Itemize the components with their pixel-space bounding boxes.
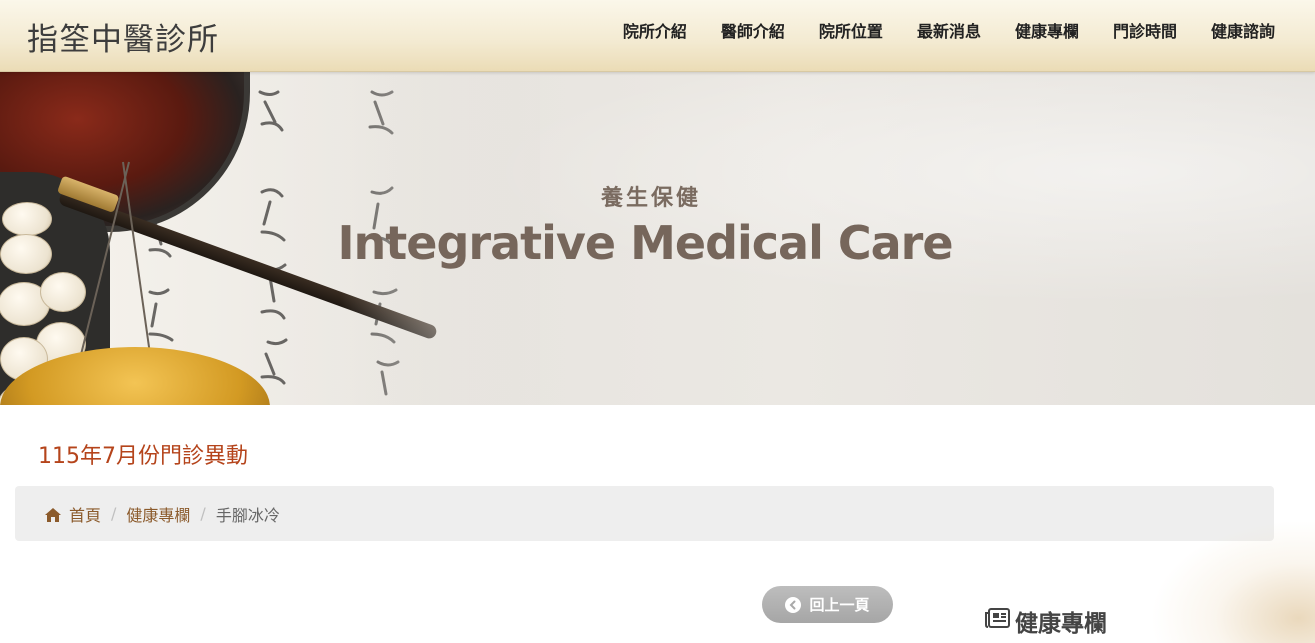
breadcrumb-home[interactable]: 首頁 [69, 502, 101, 526]
breadcrumb: 首頁 / 健康專欄 / 手腳冰冷 [15, 486, 1274, 541]
page-title: 115年7月份門診異動 [38, 444, 248, 469]
back-button[interactable]: 回上一頁 [762, 586, 893, 623]
nav-item-health-column[interactable]: 健康專欄 [1015, 22, 1079, 42]
nav-item-consultation[interactable]: 健康諮詢 [1211, 22, 1275, 42]
chevron-left-circle-icon [785, 596, 802, 613]
nav-item-about[interactable]: 院所介紹 [623, 22, 687, 42]
breadcrumb-section[interactable]: 健康專欄 [126, 502, 190, 526]
hero-subtitle: 養生保健 [600, 186, 701, 211]
decorative-corner [1150, 520, 1315, 643]
sidebar-heading: 健康專欄 [985, 604, 1107, 638]
newspaper-icon [985, 607, 1011, 635]
hero-banner: 養生保健 Integrative Medical Care [0, 72, 1315, 405]
site-header: 指筌中醫診所 院所介紹 醫師介紹 院所位置 最新消息 健康專欄 門診時間 健康諮… [0, 0, 1315, 72]
site-logo[interactable]: 指筌中醫診所 [27, 14, 219, 59]
breadcrumb-separator: / [111, 504, 117, 523]
nav-item-hours[interactable]: 門診時間 [1113, 22, 1177, 42]
breadcrumb-separator: / [200, 504, 206, 523]
main-nav: 院所介紹 醫師介紹 院所位置 最新消息 健康專欄 門診時間 健康諮詢 [589, 22, 1275, 42]
breadcrumb-current: 手腳冰冷 [215, 505, 280, 525]
home-icon[interactable] [45, 507, 61, 522]
nav-item-location[interactable]: 院所位置 [819, 22, 883, 42]
hero-title: Integrative Medical Care [337, 216, 953, 270]
sidebar-heading-label: 健康專欄 [1015, 611, 1107, 637]
back-button-label: 回上一頁 [809, 596, 870, 614]
nav-item-doctors[interactable]: 醫師介紹 [721, 22, 785, 42]
nav-item-news[interactable]: 最新消息 [917, 22, 981, 42]
